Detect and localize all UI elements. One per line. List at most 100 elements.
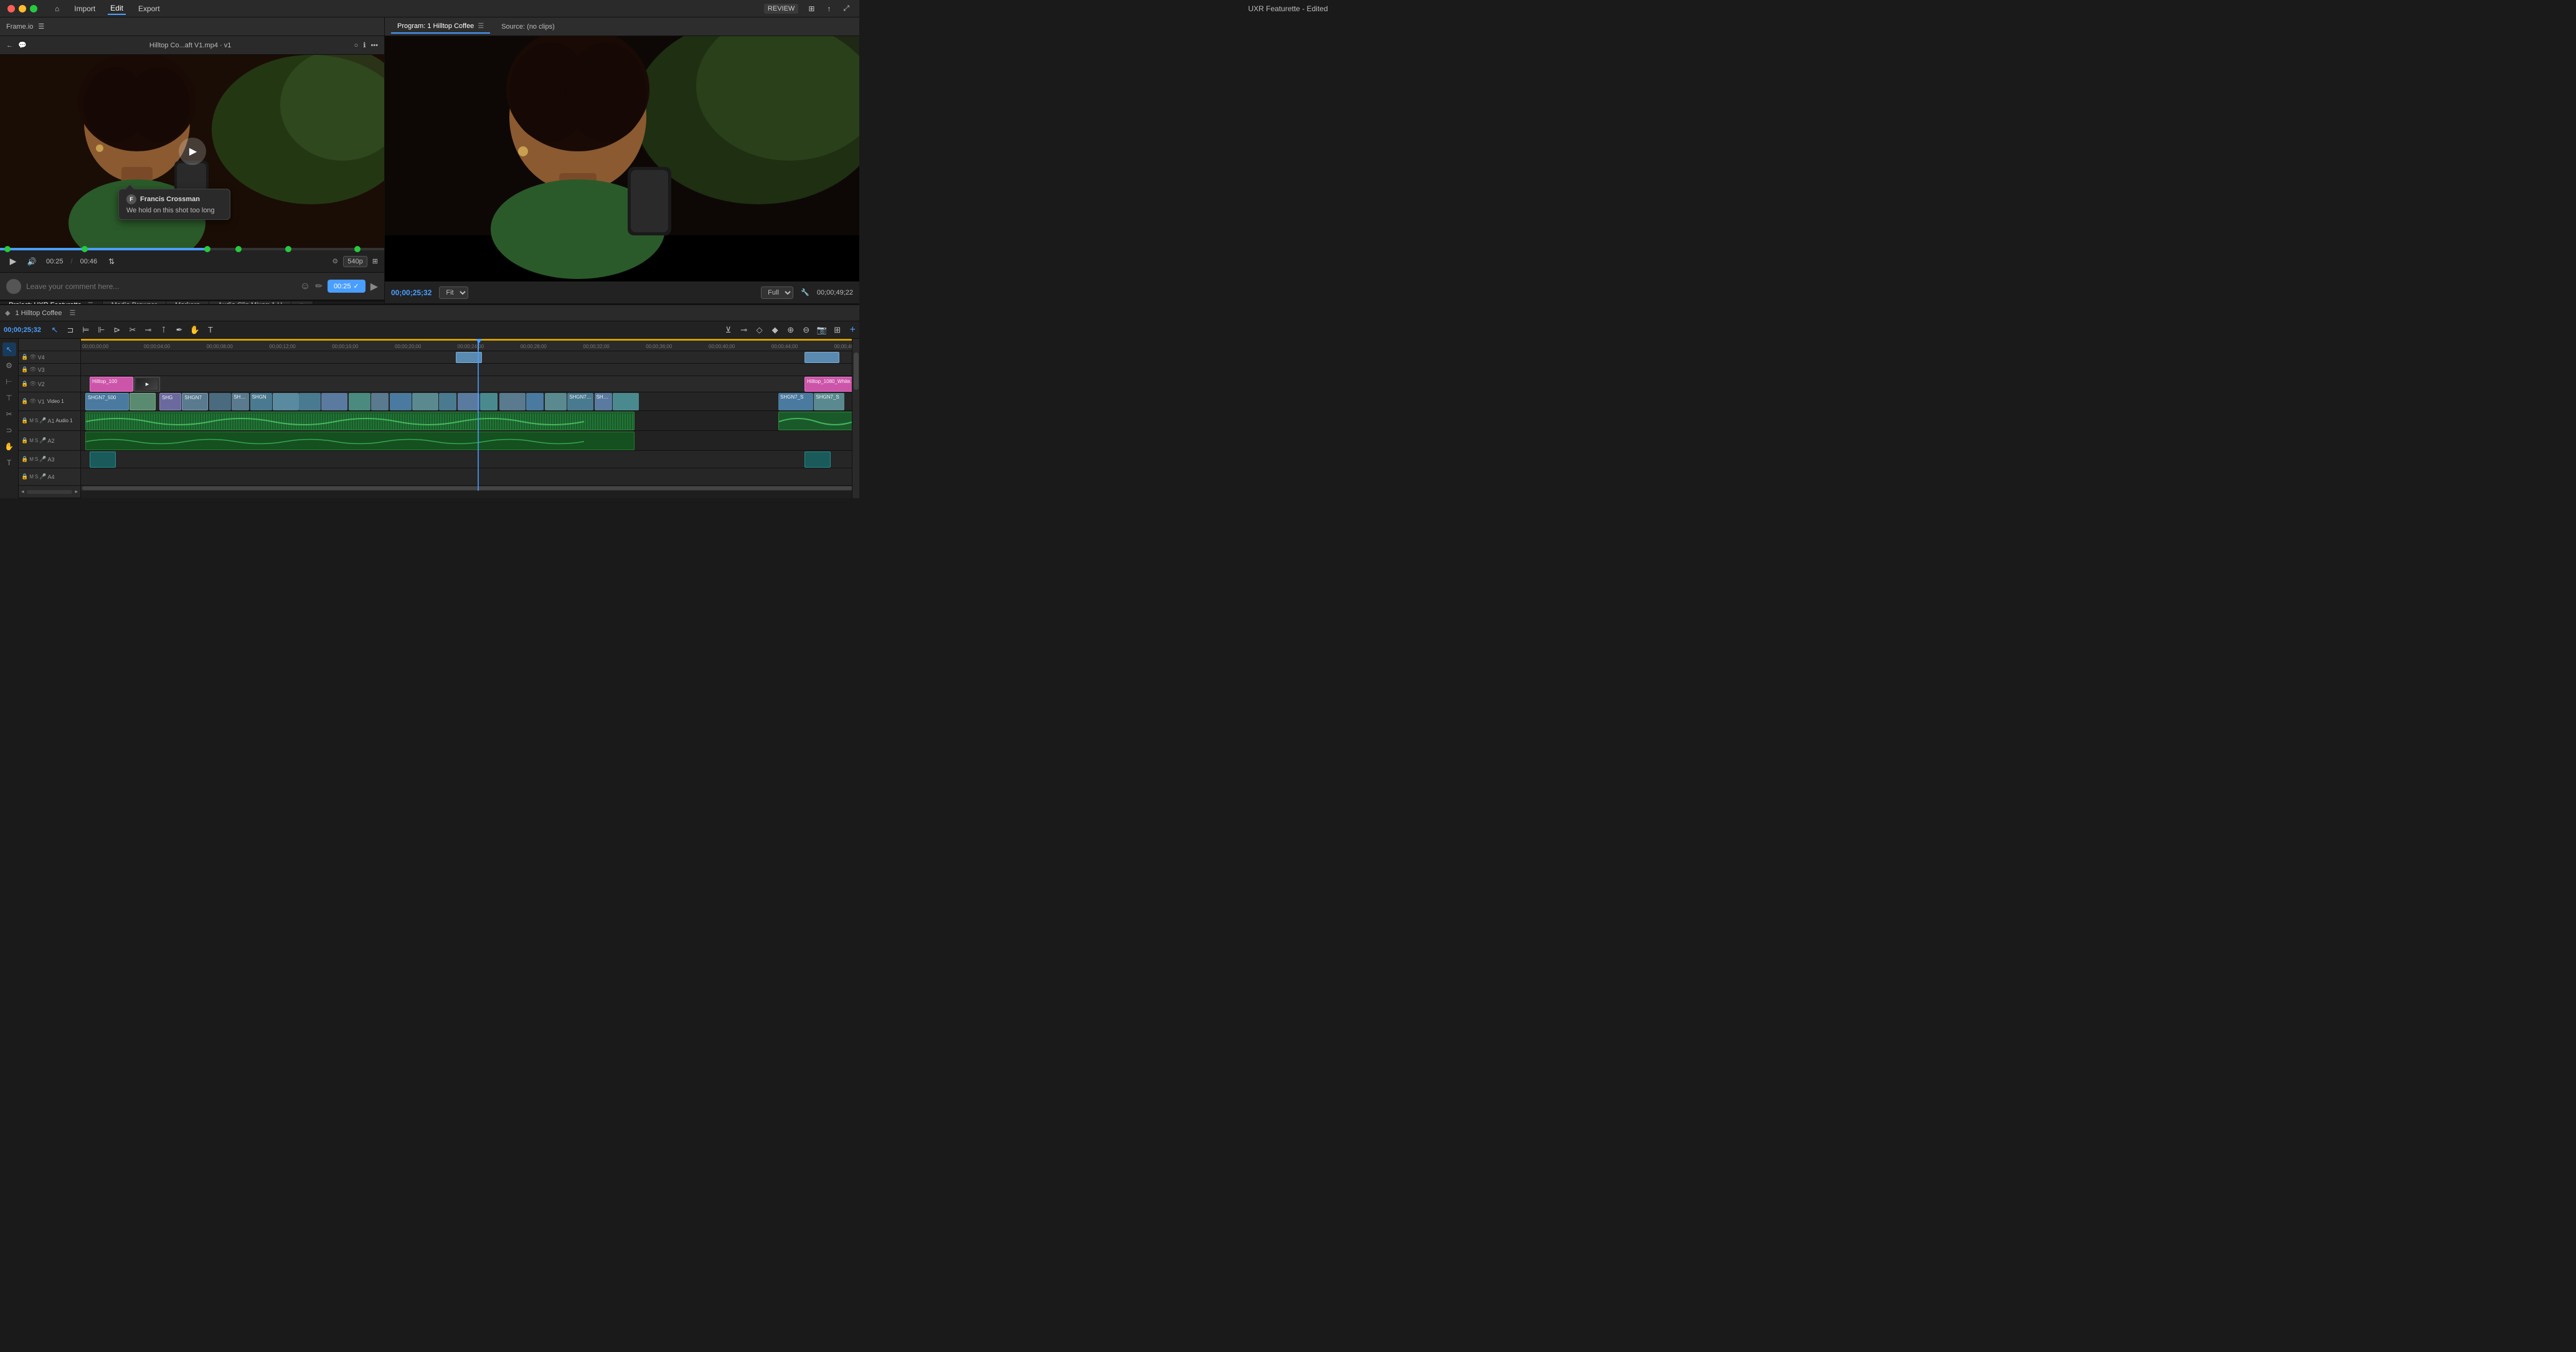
tab-source[interactable]: Source: (no clips) — [495, 21, 561, 33]
clip-v1-1[interactable]: SHGN7_500 — [85, 393, 129, 410]
audio-clip-a1[interactable] — [85, 412, 635, 430]
panels-icon[interactable]: ⊞ — [806, 3, 817, 14]
export-menu-item[interactable]: Export — [136, 3, 163, 14]
full-dropdown[interactable]: Full — [761, 286, 793, 299]
clip-v1-13[interactable] — [390, 393, 412, 410]
scroll-right-icon[interactable]: ▸ — [75, 488, 78, 495]
razor-sidebar-tool[interactable]: ✂ — [2, 407, 16, 421]
clip-v1-19[interactable] — [526, 393, 544, 410]
clip-v1-11[interactable] — [349, 393, 370, 410]
fullscreen-button[interactable]: ⊞ — [372, 257, 378, 265]
clip-v1-7[interactable]: SHGN — [250, 393, 272, 410]
framio-menu-icon[interactable]: ☰ — [38, 22, 44, 31]
mic-a2-icon[interactable]: 🎤 — [39, 437, 46, 444]
clip-v1-2[interactable] — [130, 393, 156, 410]
timeline-ruler[interactable]: 00;00;00;00 00;00;04;00 00;00;08;00 00;0… — [81, 339, 852, 351]
play-button[interactable] — [179, 138, 206, 165]
minimize-button[interactable] — [19, 5, 26, 12]
volume-button[interactable]: 🔊 — [25, 255, 39, 268]
post-button[interactable]: ▶ — [370, 280, 378, 293]
clip-v2-3[interactable]: Hilltop_1080_White.psd — [804, 377, 852, 392]
zoom-out-icon[interactable]: ⊖ — [800, 323, 813, 337]
clip-v4-1[interactable] — [456, 352, 482, 363]
clip-v1-14[interactable] — [412, 393, 438, 410]
seq-close-icon[interactable]: ☰ — [69, 309, 75, 317]
info-icon[interactable]: ℹ — [363, 41, 366, 49]
settings-icon[interactable]: ⚙ — [332, 257, 338, 265]
play-pause-button[interactable]: ▶ — [6, 255, 20, 268]
clip-v1-25[interactable]: SHGN7_S — [814, 393, 844, 410]
pointer-tool[interactable]: ↖ — [2, 343, 16, 356]
clip-a3-2[interactable] — [804, 451, 831, 468]
home-menu-item[interactable]: ⌂ — [52, 3, 62, 14]
eye-icon[interactable]: 👁 — [29, 366, 36, 373]
clip-v1-4[interactable]: SHGN7 — [182, 393, 208, 410]
vertical-scroll-thumb[interactable] — [854, 352, 859, 390]
clip-v1-12[interactable] — [371, 393, 389, 410]
clip-v1-24[interactable]: SHGN7_S — [778, 393, 813, 410]
lift-tool[interactable]: ⊤ — [2, 391, 16, 405]
more-icon[interactable]: ••• — [370, 42, 378, 49]
pen-tool[interactable]: ✒ — [172, 323, 186, 337]
camera-icon[interactable]: 📷 — [815, 323, 829, 337]
hand-tool[interactable]: ✋ — [188, 323, 202, 337]
audio-clip-a2[interactable] — [85, 432, 635, 450]
video-preview[interactable]: F Francis Crossman We hold on this shot … — [0, 55, 384, 248]
clip-v1-23[interactable] — [613, 393, 639, 410]
remove-keyframe-icon[interactable]: ◆ — [768, 323, 782, 337]
clip-v4-2[interactable] — [804, 352, 839, 363]
clip-v1-22[interactable]: SHGN7_S — [595, 393, 612, 410]
mic-a1-icon[interactable]: 🎤 — [39, 417, 46, 424]
timeline-horizontal-scrollbar[interactable] — [82, 486, 852, 490]
maximize-button[interactable] — [30, 5, 37, 12]
fit-dropdown[interactable]: Fit — [439, 286, 468, 299]
progress-bar[interactable] — [0, 248, 384, 250]
text-sidebar-tool[interactable]: T — [2, 456, 16, 470]
clip-v1-10[interactable] — [321, 393, 347, 410]
clip-v1-17[interactable] — [480, 393, 498, 410]
lock-icon[interactable]: 🔒 — [21, 398, 28, 405]
clip-v1-6[interactable]: SHGN7_50 — [232, 393, 249, 410]
ripple-edit-tool[interactable]: ⊨ — [79, 323, 93, 337]
import-menu-item[interactable]: Import — [72, 3, 98, 14]
tl-timecode[interactable]: 00;00;25;32 — [4, 326, 41, 334]
selection-sidebar-tool[interactable]: ⊃ — [2, 423, 16, 437]
draw-button[interactable]: ✏ — [315, 281, 323, 291]
close-button[interactable] — [7, 5, 15, 12]
lock-a4-icon[interactable]: 🔒 — [21, 473, 28, 480]
wrench-tool[interactable]: ⚙ — [2, 359, 16, 372]
clip-v2-1[interactable]: Hilltop_100 — [90, 377, 133, 392]
lock-a3-icon[interactable]: 🔒 — [21, 456, 28, 463]
lock-icon[interactable]: 🔒 — [21, 381, 28, 387]
rate-stretch-tool[interactable]: ⊳ — [110, 323, 124, 337]
mic-a4-icon[interactable]: 🎤 — [39, 473, 46, 480]
review-button[interactable]: REVIEW — [764, 4, 798, 14]
send-button[interactable]: 00:25 ✓ — [328, 280, 366, 293]
rolling-edit-tool[interactable]: ⊩ — [95, 323, 108, 337]
export-frame-icon[interactable]: ⊞ — [831, 323, 844, 337]
lock-a1-icon[interactable]: 🔒 — [21, 417, 28, 424]
eye-icon[interactable]: 👁 — [29, 381, 36, 387]
selection-tool[interactable]: ↖ — [48, 323, 62, 337]
lock-icon[interactable]: 🔒 — [21, 354, 28, 361]
edit-menu-item[interactable]: Edit — [108, 2, 126, 15]
tab-program[interactable]: Program: 1 Hilltop Coffee ☰ — [391, 19, 490, 34]
add-keyframe-icon[interactable]: ◇ — [753, 323, 767, 337]
clip-v2-2[interactable]: ▶ — [134, 377, 160, 392]
eye-icon[interactable]: 👁 — [29, 354, 36, 361]
comment-input[interactable] — [26, 282, 295, 291]
linked-selection-icon[interactable]: ⊸ — [737, 323, 751, 337]
clip-v1-20[interactable] — [545, 393, 567, 410]
emoji-button[interactable]: ☺ — [300, 281, 310, 292]
track-select-tool[interactable]: ⊐ — [64, 323, 77, 337]
wrench-icon[interactable]: 🔧 — [801, 288, 809, 296]
share-icon[interactable]: ↑ — [824, 3, 833, 14]
eye-icon[interactable]: 👁 — [29, 398, 36, 405]
lock-a2-icon[interactable]: 🔒 — [21, 437, 28, 444]
clip-v1-9[interactable] — [299, 393, 321, 410]
hand-sidebar-tool[interactable]: ✋ — [2, 440, 16, 453]
quality-button[interactable]: 540p — [343, 256, 367, 267]
tab-program-close[interactable]: ☰ — [478, 22, 484, 30]
add-track-button[interactable]: + — [850, 324, 856, 336]
clip-v1-18[interactable] — [499, 393, 526, 410]
